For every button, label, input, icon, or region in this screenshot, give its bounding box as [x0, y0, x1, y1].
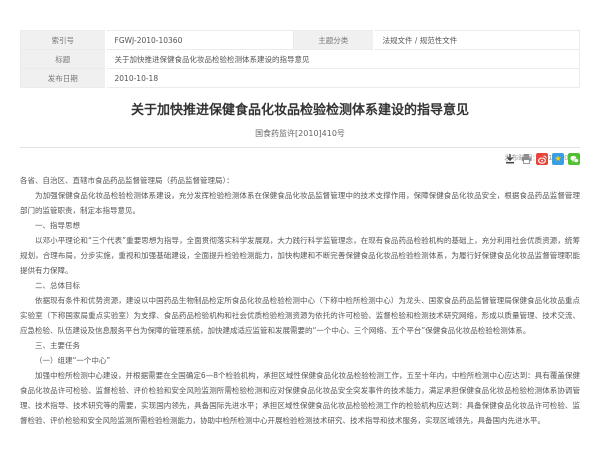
body-paragraph: 为加强保健食品化妆品检验检测体系建设，充分发挥检验检测体系在保健食品化妆品监督管… [20, 188, 580, 218]
publish-time: 发布时间：2010-10-18 [20, 153, 580, 163]
toolbar: ★ [504, 153, 580, 165]
share-wechat-button[interactable] [568, 153, 580, 165]
index-label-cell: 索引号 [21, 31, 106, 50]
share-wechat-icon [570, 152, 579, 167]
meta-row-date: 发布日期 2010-10-18 [21, 69, 580, 88]
document-page: 索引号 FGWJ-2010-10360 主题分类 法规文件 / 规范性文件 标题… [0, 0, 600, 450]
download-button[interactable] [504, 153, 516, 165]
body-paragraph: 以邓小平理论和“三个代表”重要思想为指导，全面贯彻落实科学发展观，大力践行科学监… [20, 233, 580, 278]
title-label-cell: 标题 [21, 50, 106, 69]
title-value-cell: 关于加快推进保健食品化妆品检验检测体系建设的指导意见 [106, 50, 580, 69]
doc-number: 国食药监许[2010]410号 [20, 128, 580, 139]
doc-body: 各省、自治区、直辖市食品药品监督管理局（药品监督管理局）： 为加强保健食品化妆品… [20, 173, 580, 428]
print-button[interactable] [520, 153, 532, 165]
date-label-cell: 发布日期 [21, 69, 106, 88]
subsection-heading-1: （一）组建“一个中心” [20, 353, 580, 368]
body-salutation: 各省、自治区、直辖市食品药品监督管理局（药品监督管理局）： [20, 173, 580, 188]
download-icon [505, 152, 515, 167]
index-value-cell: FGWJ-2010-10360 [106, 31, 294, 50]
document-content: 索引号 FGWJ-2010-10360 主题分类 法规文件 / 规范性文件 标题… [20, 0, 580, 428]
doc-meta-table: 索引号 FGWJ-2010-10360 主题分类 法规文件 / 规范性文件 标题… [20, 30, 580, 88]
share-qzone-icon: ★ [554, 155, 561, 163]
header-divider [20, 147, 580, 148]
meta-row-title: 标题 关于加快推进保健食品化妆品检验检测体系建设的指导意见 [21, 50, 580, 69]
meta-row-index: 索引号 FGWJ-2010-10360 主题分类 法规文件 / 规范性文件 [21, 31, 580, 50]
print-icon [521, 152, 532, 167]
doc-header: 关于加快推进保健食品化妆品检验检测体系建设的指导意见 国食药监许[2010]41… [20, 102, 580, 163]
share-qzone-button[interactable]: ★ [552, 153, 564, 165]
page-title: 关于加快推进保健食品化妆品检验检测体系建设的指导意见 [20, 102, 580, 120]
category-value-cell: 法规文件 / 规范性文件 [374, 31, 580, 50]
section-heading-1: 一、指导思想 [20, 218, 580, 233]
date-value-cell: 2010-10-18 [106, 69, 580, 88]
section-heading-3: 三、主要任务 [20, 338, 580, 353]
body-paragraph: 加强中检所检测中心建设，并根据需要在全国确定6—8个检验机构，承担区域性保健食品… [20, 368, 580, 428]
body-paragraph: 依据现有条件和优势资源，建设以中国药品生物制品检定所食品化妆品检验检测中心（下称… [20, 293, 580, 338]
category-label-cell: 主题分类 [294, 31, 374, 50]
share-weibo-icon [538, 152, 547, 167]
section-heading-2: 二、总体目标 [20, 278, 580, 293]
share-weibo-button[interactable] [536, 153, 548, 165]
